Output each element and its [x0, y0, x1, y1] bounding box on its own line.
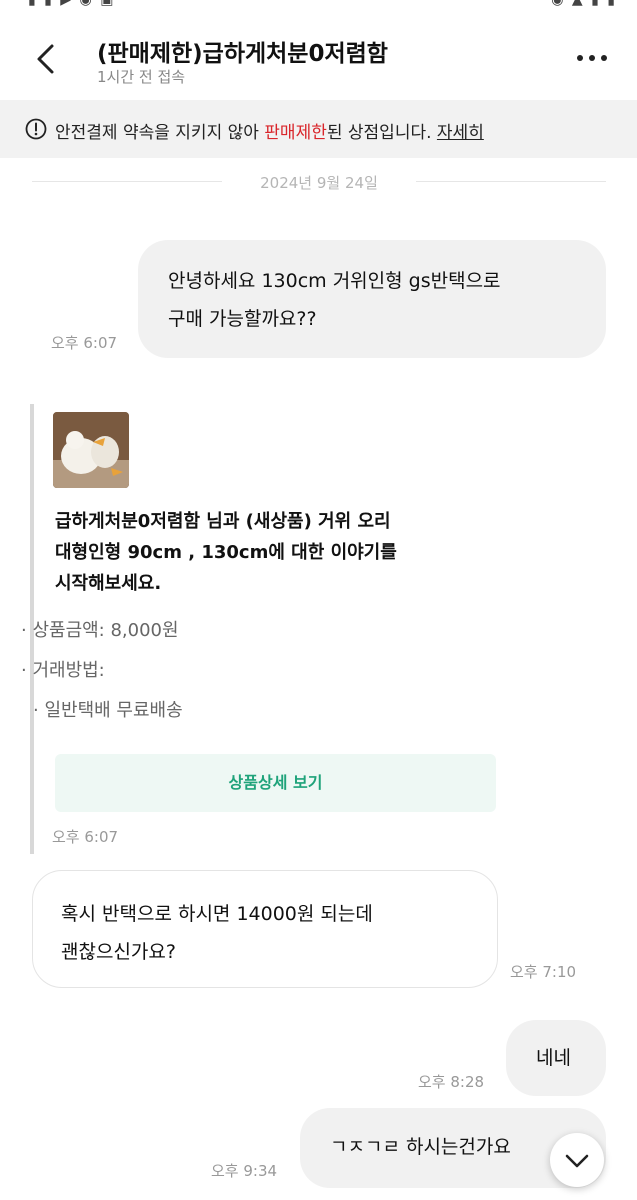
product-card-description: 급하게처분0저렴함 님과 (새상품) 거위 오리 대형인형 90cm , 130…	[55, 506, 505, 599]
page-title: (판매제한)급하게처분0저렴함	[97, 41, 388, 67]
date-label: 2024년 9월 24일	[260, 174, 378, 192]
product-thumbnail[interactable]	[53, 412, 129, 488]
status-bar: ▮ ▮ ▶ ◉ ▣ ◉ ▲ ▮ ▮	[0, 0, 637, 14]
status-right-icons: ◉ ▲ ▮ ▮	[551, 0, 617, 8]
card-line: 시작해보세요.	[55, 573, 162, 594]
message-line: 안녕하세요 130cm 거위인형 gs반택으로	[168, 270, 501, 292]
more-options-button[interactable]	[575, 46, 609, 70]
product-price: · 상품금액: 8,000원	[21, 620, 179, 641]
card-line: 대형인형 90cm , 130cm에 대한 이야기를	[55, 542, 397, 563]
message-bubble-received[interactable]: 혹시 반택으로 하시면 14000원 되는데 괜찮으신가요?	[32, 870, 498, 988]
notice-details-link[interactable]: 자세히	[437, 123, 484, 143]
goose-plush-image	[53, 412, 129, 488]
status-left-icons: ▮ ▮ ▶ ◉ ▣	[28, 0, 116, 8]
notice-suffix: 된 상점입니다.	[326, 123, 437, 143]
divider-line-right	[416, 181, 606, 182]
trade-method-value: · 일반택배 무료배송	[33, 700, 183, 721]
last-seen-status: 1시간 전 접속	[97, 68, 186, 86]
message-line: 네네	[536, 1047, 571, 1069]
sales-restriction-notice: 안전결제 약속을 지키지 않아 판매제한된 상점입니다. 자세히	[0, 100, 637, 158]
message-line: 괜찮으신가요?	[61, 941, 176, 963]
message-time: 오후 9:34	[211, 1162, 278, 1180]
trade-method-label: · 거래방법:	[21, 660, 105, 681]
message-bubble-sent[interactable]: 안녕하세요 130cm 거위인형 gs반택으로 구매 가능할까요??	[138, 240, 606, 358]
message-bubble-sent[interactable]: 네네	[506, 1020, 606, 1096]
product-detail-button[interactable]: 상품상세 보기	[55, 754, 496, 812]
message-time: 오후 6:07	[51, 334, 118, 352]
notice-highlight: 판매제한	[264, 123, 327, 143]
exclamation-circle-icon	[25, 118, 47, 140]
chevron-down-icon	[565, 1154, 589, 1168]
message-line: 혹시 반택으로 하시면 14000원 되는데	[61, 903, 373, 925]
chat-header: (판매제한)급하게처분0저렴함 1시간 전 접속	[0, 14, 637, 100]
notice-prefix: 안전결제 약속을 지키지 않아	[55, 123, 265, 143]
notice-text: 안전결제 약속을 지키지 않아 판매제한된 상점입니다. 자세히	[55, 118, 484, 143]
more-dots-icon	[577, 55, 607, 61]
chevron-left-icon	[37, 44, 54, 74]
scroll-to-bottom-button[interactable]	[550, 1133, 604, 1187]
back-button[interactable]	[30, 42, 64, 76]
date-divider: 2024년 9월 24일	[32, 170, 606, 194]
message-time: 오후 6:07	[52, 828, 119, 846]
message-time: 오후 7:10	[510, 963, 577, 981]
message-time: 오후 8:28	[418, 1073, 485, 1091]
message-line: 구매 가능할까요??	[168, 308, 317, 330]
card-line: 급하게처분0저렴함 님과 (새상품) 거위 오리	[55, 511, 391, 532]
